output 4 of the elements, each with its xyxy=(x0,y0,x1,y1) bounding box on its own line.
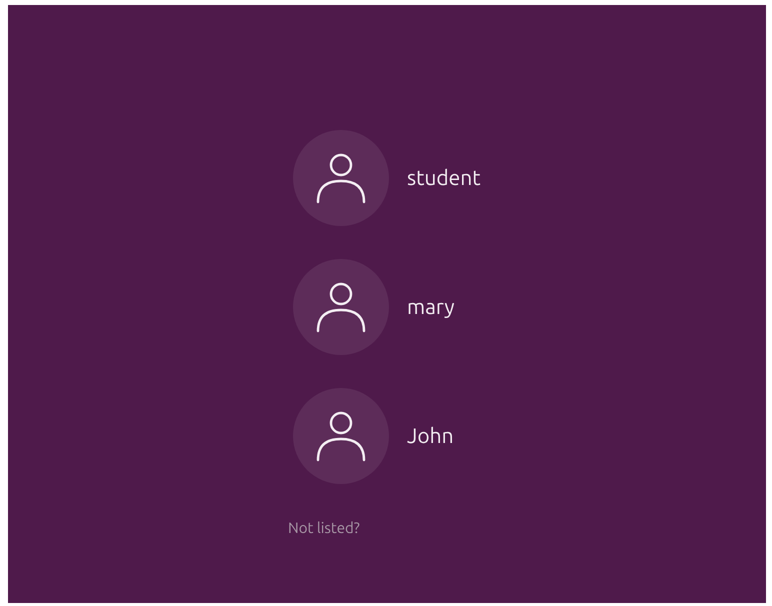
user-entry[interactable]: mary xyxy=(293,259,454,355)
user-entry[interactable]: John xyxy=(293,388,454,484)
not-listed-link[interactable]: Not listed? xyxy=(288,517,360,540)
user-entry[interactable]: student xyxy=(293,130,480,226)
